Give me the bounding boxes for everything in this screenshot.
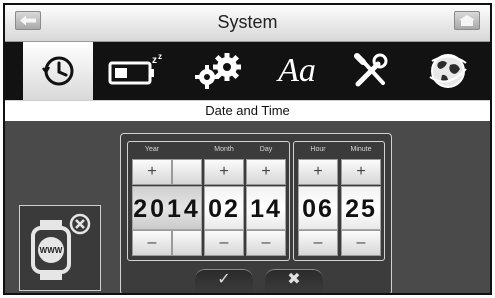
- internet-time-sync-button[interactable]: WWW: [19, 205, 101, 291]
- tab-fonts[interactable]: Aa: [262, 42, 332, 100]
- tools-icon: [354, 53, 388, 87]
- checkmark-icon: ✓: [217, 271, 231, 288]
- hour-decrement-button[interactable]: –: [298, 230, 338, 256]
- hour-column: Hour + 06 –: [298, 142, 338, 260]
- svg-text:z: z: [152, 55, 157, 66]
- day-increment-button[interactable]: +: [246, 159, 286, 185]
- tab-power[interactable]: z z: [101, 42, 171, 100]
- day-column: Day + 14 –: [246, 142, 286, 260]
- home-button[interactable]: [454, 11, 480, 30]
- hour-increment-button[interactable]: +: [298, 159, 338, 185]
- time-picker-group: Hour + 06 – Minute + 25 –: [293, 141, 385, 261]
- month-column: Month + 02 –: [204, 142, 244, 260]
- month-decrement-button[interactable]: –: [204, 230, 244, 256]
- minute-increment-button[interactable]: +: [341, 159, 381, 185]
- hour-label: Hour: [310, 146, 326, 153]
- home-icon: [459, 15, 475, 26]
- title-bar: System: [5, 5, 490, 42]
- year-value[interactable]: 2014: [132, 186, 202, 230]
- month-increment-button[interactable]: +: [204, 159, 244, 185]
- minute-value[interactable]: 25: [341, 186, 381, 230]
- clock-icon: [42, 56, 74, 86]
- close-icon: ✖: [287, 271, 301, 288]
- tab-date-time[interactable]: [23, 42, 93, 100]
- month-value[interactable]: 02: [204, 186, 244, 230]
- year-label: Year: [144, 146, 160, 153]
- month-label: Month: [214, 146, 234, 153]
- minute-label: Minute: [350, 146, 372, 153]
- device-screen: System z z Aa Date and Time WWW Year + –…: [3, 3, 492, 295]
- confirm-button[interactable]: ✓: [195, 269, 253, 292]
- year-increment-button[interactable]: +: [132, 159, 172, 185]
- font-icon: Aa: [278, 52, 316, 89]
- section-title: Date and Time: [5, 100, 490, 122]
- date-time-panel: WWW Year + – 2014 Month + 02 – Day + 14 …: [5, 121, 490, 293]
- tab-network[interactable]: [413, 42, 483, 100]
- picker-actions: ✓ ✖: [195, 269, 323, 292]
- settings-category-bar: z z Aa: [5, 42, 490, 100]
- svg-text:z: z: [158, 52, 162, 61]
- window-title: System: [217, 12, 278, 32]
- day-label: Day: [259, 146, 273, 153]
- day-value[interactable]: 14: [246, 186, 286, 230]
- hour-value[interactable]: 06: [298, 186, 338, 230]
- watch-internet-sync-icon: WWW: [31, 213, 91, 280]
- battery-sleep-icon: z z: [108, 52, 162, 85]
- tab-tools[interactable]: [336, 42, 406, 100]
- svg-text:WWW: WWW: [40, 246, 63, 255]
- year-decrement-button[interactable]: –: [132, 230, 172, 256]
- day-decrement-button[interactable]: –: [246, 230, 286, 256]
- minute-decrement-button[interactable]: –: [341, 230, 381, 256]
- year-decrement-button-right[interactable]: [172, 230, 202, 256]
- globe-icon: [429, 54, 467, 88]
- date-picker-group: Year + – 2014 Month + 02 – Day + 14 –: [127, 141, 290, 261]
- tab-settings[interactable]: [183, 42, 253, 100]
- gears-icon: [195, 53, 241, 89]
- year-increment-button-right[interactable]: [172, 159, 202, 185]
- date-time-picker: Year + – 2014 Month + 02 – Day + 14 – Ho…: [120, 133, 392, 293]
- cancel-button[interactable]: ✖: [265, 269, 323, 292]
- minute-column: Minute + 25 –: [341, 142, 381, 260]
